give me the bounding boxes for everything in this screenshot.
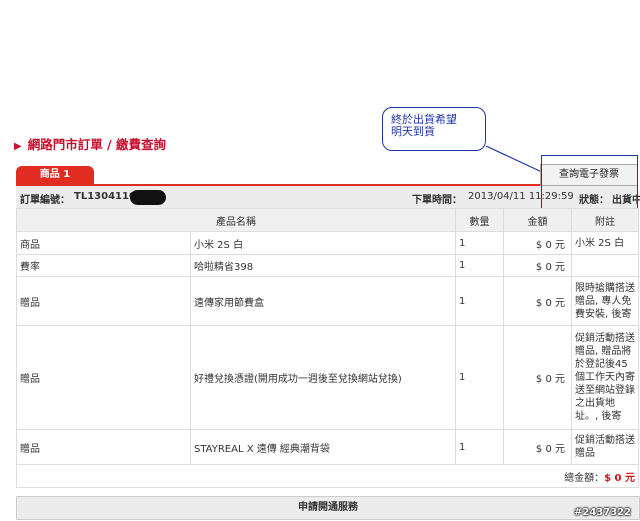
row-quantity: 1 — [455, 231, 504, 255]
row-amount: $ 0 元 — [503, 429, 572, 465]
row-type: 商品 — [16, 231, 191, 255]
table-row: 贈品 好禮兌換憑證(開用成功一週後至兌換網站兌換) 1 $ 0 元 促銷活動搭送… — [16, 325, 639, 430]
row-type: 贈品 — [16, 276, 191, 326]
annotation-line-2: 明天到貨 — [391, 125, 435, 138]
table-header-row: 產品名稱 數量 金額 附註 — [16, 208, 639, 232]
order-number-label: 訂單編號： — [20, 195, 70, 206]
total-row: 總金額：$ 0 元 — [16, 464, 639, 488]
row-type: 贈品 — [16, 325, 191, 430]
header-quantity: 數量 — [455, 208, 504, 232]
annotation-connector-line — [485, 145, 545, 174]
row-product-name: STAYREAL X 遠傳 經典潮背袋 — [190, 429, 456, 465]
row-amount: $ 0 元 — [503, 325, 572, 430]
row-note: 小米 2S 白 — [571, 231, 639, 255]
tab-product-1[interactable]: 商品 1 — [16, 166, 94, 184]
table-row: 贈品 遠傳家用節費盒 1 $ 0 元 限時搶購搭送贈品, 專人免費安裝, 後寄 — [16, 276, 639, 326]
row-quantity: 1 — [455, 325, 504, 430]
annotation-highlight-box — [541, 155, 638, 209]
row-product-name: 哈啦精省398 — [190, 254, 456, 277]
annotation-bubble: 終於出貨希望 明天到貨 — [382, 107, 486, 151]
row-product-name: 遠傳家用節費盒 — [190, 276, 456, 326]
order-time-label: 下單時間： — [412, 195, 462, 206]
total-label: 總金額： — [564, 472, 605, 484]
table-row: 費率 哈啦精省398 1 $ 0 元 — [16, 254, 639, 277]
total-value: $ 0 元 — [604, 472, 635, 484]
page-title: ▶ 網路門市訂單 / 繳費查詢 — [14, 134, 166, 153]
table-row: 贈品 STAYREAL X 遠傳 經典潮背袋 1 $ 0 元 促銷活動搭送贈品 — [16, 429, 639, 465]
apply-service-header: 申請開通服務 — [16, 496, 640, 520]
total-cell: 總金額：$ 0 元 — [16, 464, 639, 488]
row-quantity: 1 — [455, 276, 504, 326]
row-amount: $ 0 元 — [503, 231, 572, 255]
triangle-right-icon: ▶ — [14, 141, 22, 152]
table-row: 商品 小米 2S 白 1 $ 0 元 小米 2S 白 — [16, 231, 639, 255]
row-quantity: 1 — [455, 254, 504, 277]
header-note: 附註 — [571, 208, 639, 232]
row-type: 費率 — [16, 254, 191, 277]
row-product-name: 好禮兌換憑證(開用成功一週後至兌換網站兌換) — [190, 325, 456, 430]
header-product-name: 產品名稱 — [16, 208, 456, 232]
row-type: 贈品 — [16, 429, 191, 465]
row-note: 限時搶購搭送贈品, 專人免費安裝, 後寄 — [571, 276, 639, 326]
row-product-name: 小米 2S 白 — [190, 231, 456, 255]
row-amount: $ 0 元 — [503, 276, 572, 326]
row-note: 促銷活動搭送贈品 — [571, 429, 639, 465]
row-amount: $ 0 元 — [503, 254, 572, 277]
row-quantity: 1 — [455, 429, 504, 465]
row-note — [571, 254, 639, 277]
header-amount: 金額 — [503, 208, 572, 232]
row-note: 促銷活動搭送贈品, 贈品將於登記後45個工作天內寄送至網站登錄之出貨地址。, 後… — [571, 325, 639, 430]
order-items-table: 產品名稱 數量 金額 附註 商品 小米 2S 白 1 $ 0 元 小米 2S 白… — [16, 208, 639, 488]
redaction-mark — [130, 190, 166, 205]
watermark: #2437322 — [574, 507, 632, 518]
page-title-text: 網路門市訂單 / 繳費查詢 — [27, 137, 166, 152]
